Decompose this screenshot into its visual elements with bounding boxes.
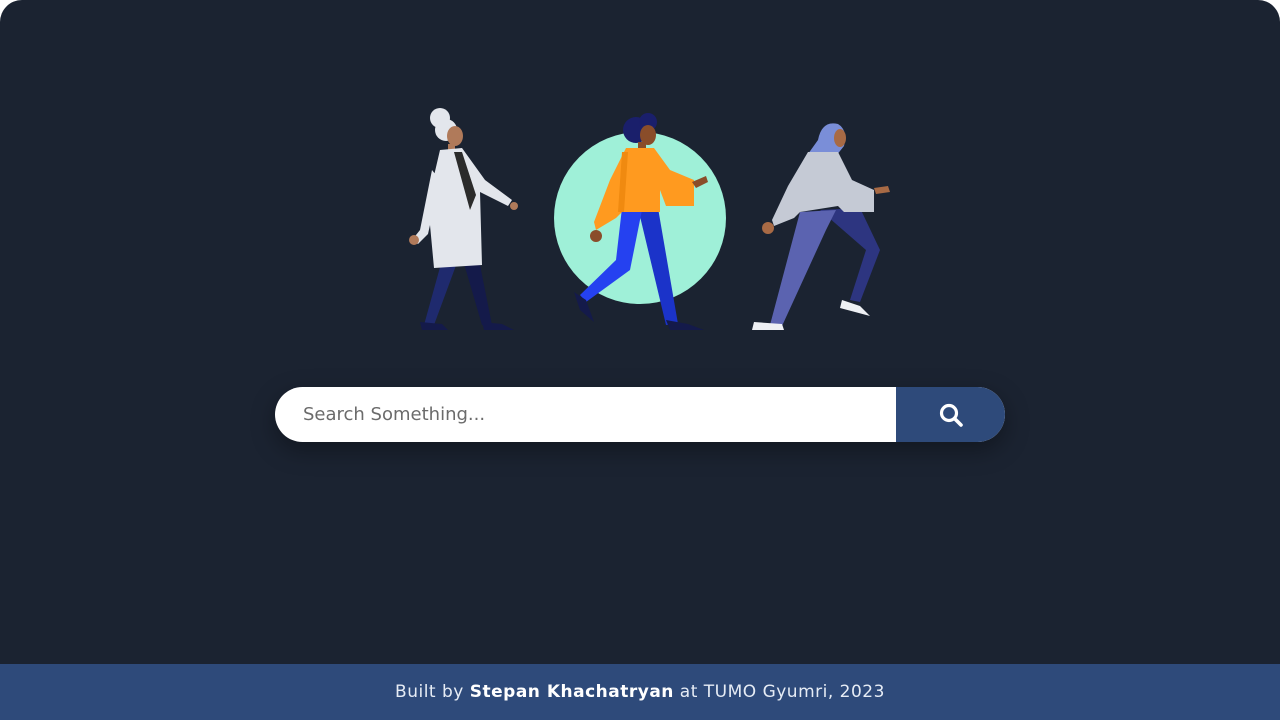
person-1-figure — [409, 108, 518, 330]
hero-illustration — [409, 108, 890, 330]
app-window: Built by Stepan Khachatryan at TUMO Gyum… — [0, 0, 1280, 720]
footer-suffix: at TUMO Gyumri, 2023 — [673, 682, 885, 702]
search-button[interactable] — [896, 387, 1005, 442]
footer-prefix: Built by — [395, 682, 470, 702]
person-3-figure — [752, 123, 890, 330]
search-icon — [939, 403, 963, 427]
search-bar — [275, 387, 1005, 442]
footer-author: Stepan Khachatryan — [469, 682, 674, 702]
footer: Built by Stepan Khachatryan at TUMO Gyum… — [0, 664, 1280, 720]
search-input[interactable] — [275, 387, 896, 442]
